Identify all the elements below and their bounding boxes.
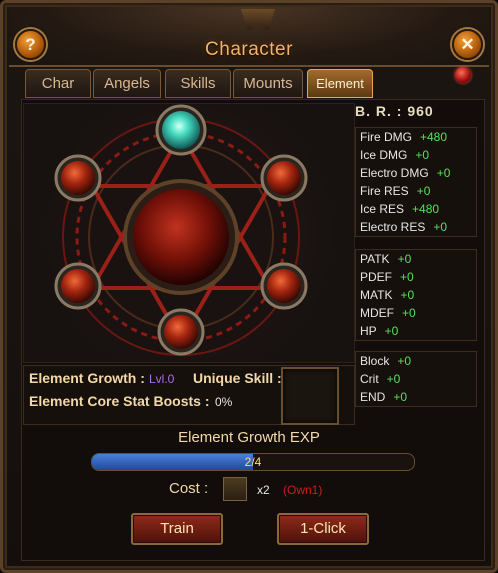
- stat-matk: MATK +0: [356, 286, 476, 304]
- element-stats-box: Fire DMG +480 Ice DMG +0 Electro DMG +0 Fir…: [355, 127, 477, 237]
- stat-crit: Crit +0: [356, 370, 476, 388]
- stat-label: MATK: [360, 288, 393, 302]
- stat-pdef: PDEF +0: [356, 268, 476, 286]
- stat-ice-dmg: Ice DMG +0: [356, 146, 476, 164]
- stat-end: END +0: [356, 388, 476, 406]
- cost-quantity: x2: [257, 483, 270, 497]
- element-growth-level: Lvl.0: [149, 372, 175, 386]
- stat-fire-res: Fire RES +0: [356, 182, 476, 200]
- close-button[interactable]: ✕: [452, 29, 483, 60]
- stat-value: +0: [402, 306, 416, 320]
- stat-label: Electro DMG: [360, 166, 429, 180]
- element-node-lower-left[interactable]: [54, 262, 102, 310]
- stat-label: END: [360, 390, 386, 404]
- misc-stats-box: Block +0 Crit +0 END +0: [355, 351, 477, 407]
- stat-value: +480: [412, 202, 440, 216]
- unique-skill-slot[interactable]: [281, 367, 339, 425]
- stat-label: Fire RES: [360, 184, 409, 198]
- stat-label: Block: [360, 354, 390, 368]
- stat-value: +0: [393, 390, 408, 404]
- stat-patk: PATK +0: [356, 250, 476, 268]
- core-boost-label: Element Core Stat Boosts :: [29, 393, 210, 409]
- stat-block: Block +0: [356, 352, 476, 370]
- stat-label: Ice RES: [360, 202, 405, 216]
- tab-char[interactable]: Char: [25, 69, 91, 98]
- cost-owned: (Own1): [283, 483, 323, 497]
- battle-rating: B. R. : 960: [355, 103, 434, 119]
- stat-label: MDEF: [360, 306, 394, 320]
- train-button[interactable]: Train: [131, 513, 223, 545]
- element-growth-label: Element Growth :: [29, 370, 145, 386]
- exp-title: Element Growth EXP: [178, 429, 320, 446]
- one-click-button[interactable]: 1-Click: [277, 513, 369, 545]
- stat-ice-res: Ice RES +480: [356, 200, 476, 218]
- stat-value: +0: [433, 220, 448, 234]
- element-node-upper-left[interactable]: [54, 154, 102, 202]
- tab-element[interactable]: Element: [307, 69, 373, 98]
- stat-value: +0: [400, 270, 414, 284]
- stat-mdef: MDEF +0: [356, 304, 476, 322]
- character-window: Character ? ✕ Char Angels Skills Mounts …: [0, 0, 498, 573]
- stat-label: Electro RES: [360, 220, 426, 234]
- exp-progress-bar: 2/4: [91, 453, 415, 471]
- stat-value: +0: [400, 288, 415, 302]
- stat-label: PATK: [360, 252, 390, 266]
- title-crest-ornament: [241, 9, 275, 31]
- stat-hp: HP +0: [356, 322, 476, 340]
- stat-value: +0: [436, 166, 451, 180]
- stat-value: +0: [386, 372, 401, 386]
- stat-label: Ice DMG: [360, 148, 408, 162]
- ruby-gem-icon[interactable]: [455, 67, 471, 83]
- exp-progress-text: 2/4: [244, 455, 262, 469]
- element-node-top[interactable]: [155, 104, 207, 156]
- stat-value: +0: [416, 184, 431, 198]
- stat-electro-res: Electro RES +0: [356, 218, 476, 236]
- element-node-bottom[interactable]: [157, 308, 205, 356]
- element-node-upper-right[interactable]: [260, 154, 308, 202]
- unique-skill-label: Unique Skill :: [193, 370, 282, 386]
- combat-stats-box: PATK +0 PDEF +0 MATK +0 MDEF +0 HP +0: [355, 249, 477, 341]
- stat-value: +0: [415, 148, 430, 162]
- cost-label: Cost :: [169, 480, 209, 497]
- tab-angels[interactable]: Angels: [93, 69, 161, 98]
- window-title: Character: [205, 39, 293, 60]
- stat-value: +0: [397, 252, 412, 266]
- core-boost-value: 0%: [215, 395, 233, 409]
- stat-value: +480: [420, 130, 448, 144]
- title-bar: Character: [9, 7, 489, 67]
- element-circle-panel: [23, 103, 355, 363]
- stat-fire-dmg: Fire DMG +480: [356, 128, 476, 146]
- stat-value: +0: [384, 324, 399, 338]
- stat-label: PDEF: [360, 270, 393, 284]
- tab-mounts[interactable]: Mounts: [233, 69, 303, 98]
- stat-label: HP: [360, 324, 377, 338]
- element-node-lower-right[interactable]: [260, 262, 308, 310]
- help-button[interactable]: ?: [15, 29, 46, 60]
- scroll-item-icon[interactable]: [223, 477, 247, 501]
- element-circle-graphic: [54, 104, 308, 356]
- stat-value: +0: [397, 354, 412, 368]
- tab-skills[interactable]: Skills: [165, 69, 231, 98]
- stat-label: Crit: [360, 372, 379, 386]
- stat-label: Fire DMG: [360, 130, 412, 144]
- stat-electro-dmg: Electro DMG +0: [356, 164, 476, 182]
- center-orb: [133, 189, 229, 285]
